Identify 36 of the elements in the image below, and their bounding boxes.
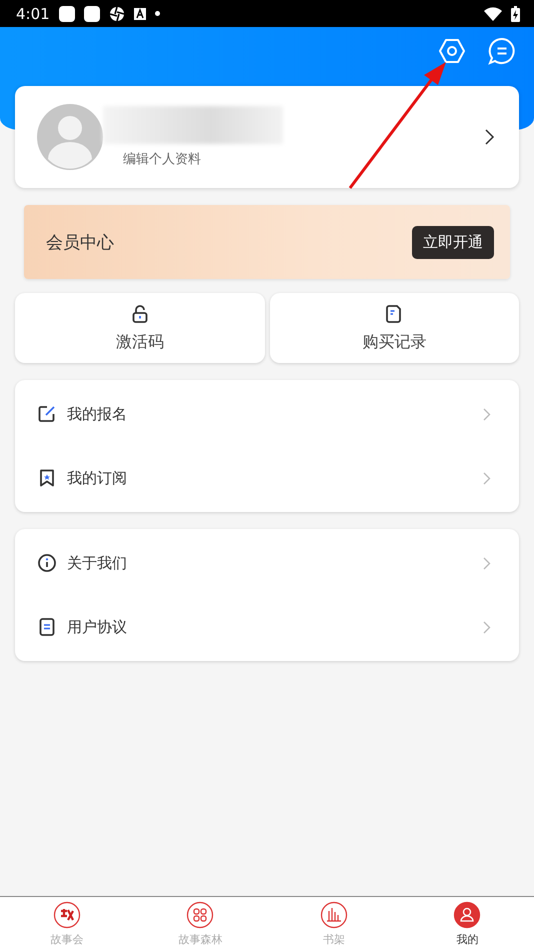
- chevron-icon: [483, 556, 491, 570]
- bookmark-icon: [37, 468, 57, 488]
- shortcut-card[interactable]: 购买记录: [270, 293, 519, 363]
- shortcut-label: 购买记录: [362, 332, 426, 352]
- menu-item[interactable]: 我的订阅: [15, 446, 519, 510]
- edit-profile-label[interactable]: 编辑个人资料: [123, 150, 485, 168]
- nav-tab[interactable]: 我的: [400, 897, 534, 950]
- clock: 4:01: [16, 4, 50, 22]
- bookshelf-icon: [320, 900, 348, 928]
- menu-item[interactable]: 我的报名: [15, 382, 519, 446]
- padlock-icon: [130, 304, 150, 324]
- shortcut-card[interactable]: 激活码: [15, 293, 264, 363]
- settings-icon[interactable]: [438, 37, 466, 65]
- person-icon: [453, 900, 482, 928]
- chevron-icon: [483, 620, 491, 634]
- dot-icon: [154, 11, 160, 16]
- wifi-icon: [484, 6, 502, 20]
- message-icon[interactable]: [488, 37, 516, 65]
- aperture-icon: [108, 6, 125, 22]
- notification-icon: [58, 6, 75, 22]
- menu-item[interactable]: 关于我们: [15, 531, 519, 595]
- battery-icon: [511, 6, 520, 22]
- chevron-icon: [483, 408, 491, 420]
- keyboard-icon: [134, 8, 146, 20]
- seal-icon: [52, 900, 81, 928]
- shortcut-label: 激活码: [116, 332, 164, 352]
- edit-icon: [37, 404, 57, 424]
- grid-icon: [186, 900, 214, 928]
- chevron-icon: [483, 472, 491, 484]
- activate-button[interactable]: 立即开通: [412, 226, 494, 258]
- notification-icon: [84, 6, 100, 22]
- document-icon: [37, 617, 57, 637]
- chevron-icon[interactable]: [485, 129, 495, 145]
- info-icon: [37, 553, 57, 573]
- menu-item[interactable]: 用户协议: [15, 595, 519, 659]
- membership-title: 会员中心: [46, 232, 114, 254]
